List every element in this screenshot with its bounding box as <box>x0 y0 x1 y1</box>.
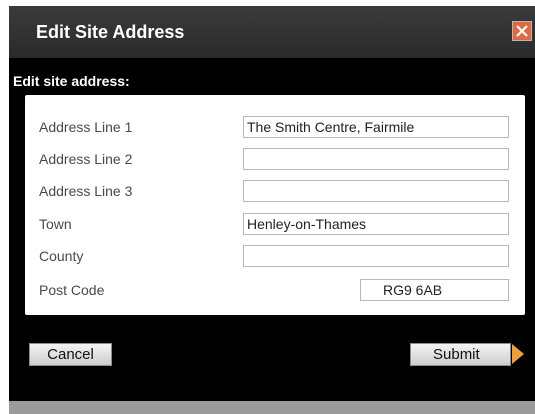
address-line-2-label: Address Line 2 <box>39 151 133 167</box>
cancel-button[interactable]: Cancel <box>29 343 112 366</box>
post-code-input[interactable] <box>360 279 509 301</box>
address-line-3-input[interactable] <box>243 180 509 202</box>
form-heading: Edit site address: <box>13 73 130 89</box>
address-line-2-input[interactable] <box>243 148 509 170</box>
address-line-1-label: Address Line 1 <box>39 119 133 135</box>
address-line-3-label: Address Line 3 <box>39 183 133 199</box>
dialog-title: Edit Site Address <box>36 22 185 42</box>
arrow-right-icon[interactable] <box>512 344 524 364</box>
post-code-label: Post Code <box>39 282 105 298</box>
address-form: Address Line 1 Address Line 2 Address Li… <box>25 95 525 315</box>
close-icon <box>516 25 528 37</box>
county-input[interactable] <box>243 245 509 267</box>
county-label: County <box>39 248 84 264</box>
dialog-titlebar: Edit Site Address <box>9 6 535 58</box>
town-input[interactable] <box>243 213 509 235</box>
dialog-footer-bar <box>9 401 535 414</box>
town-label: Town <box>39 216 72 232</box>
edit-site-address-dialog: Edit Site Address Edit site address: Add… <box>9 6 535 414</box>
address-line-1-input[interactable] <box>243 116 509 138</box>
submit-button[interactable]: Submit <box>410 343 511 366</box>
close-button[interactable] <box>512 21 532 41</box>
